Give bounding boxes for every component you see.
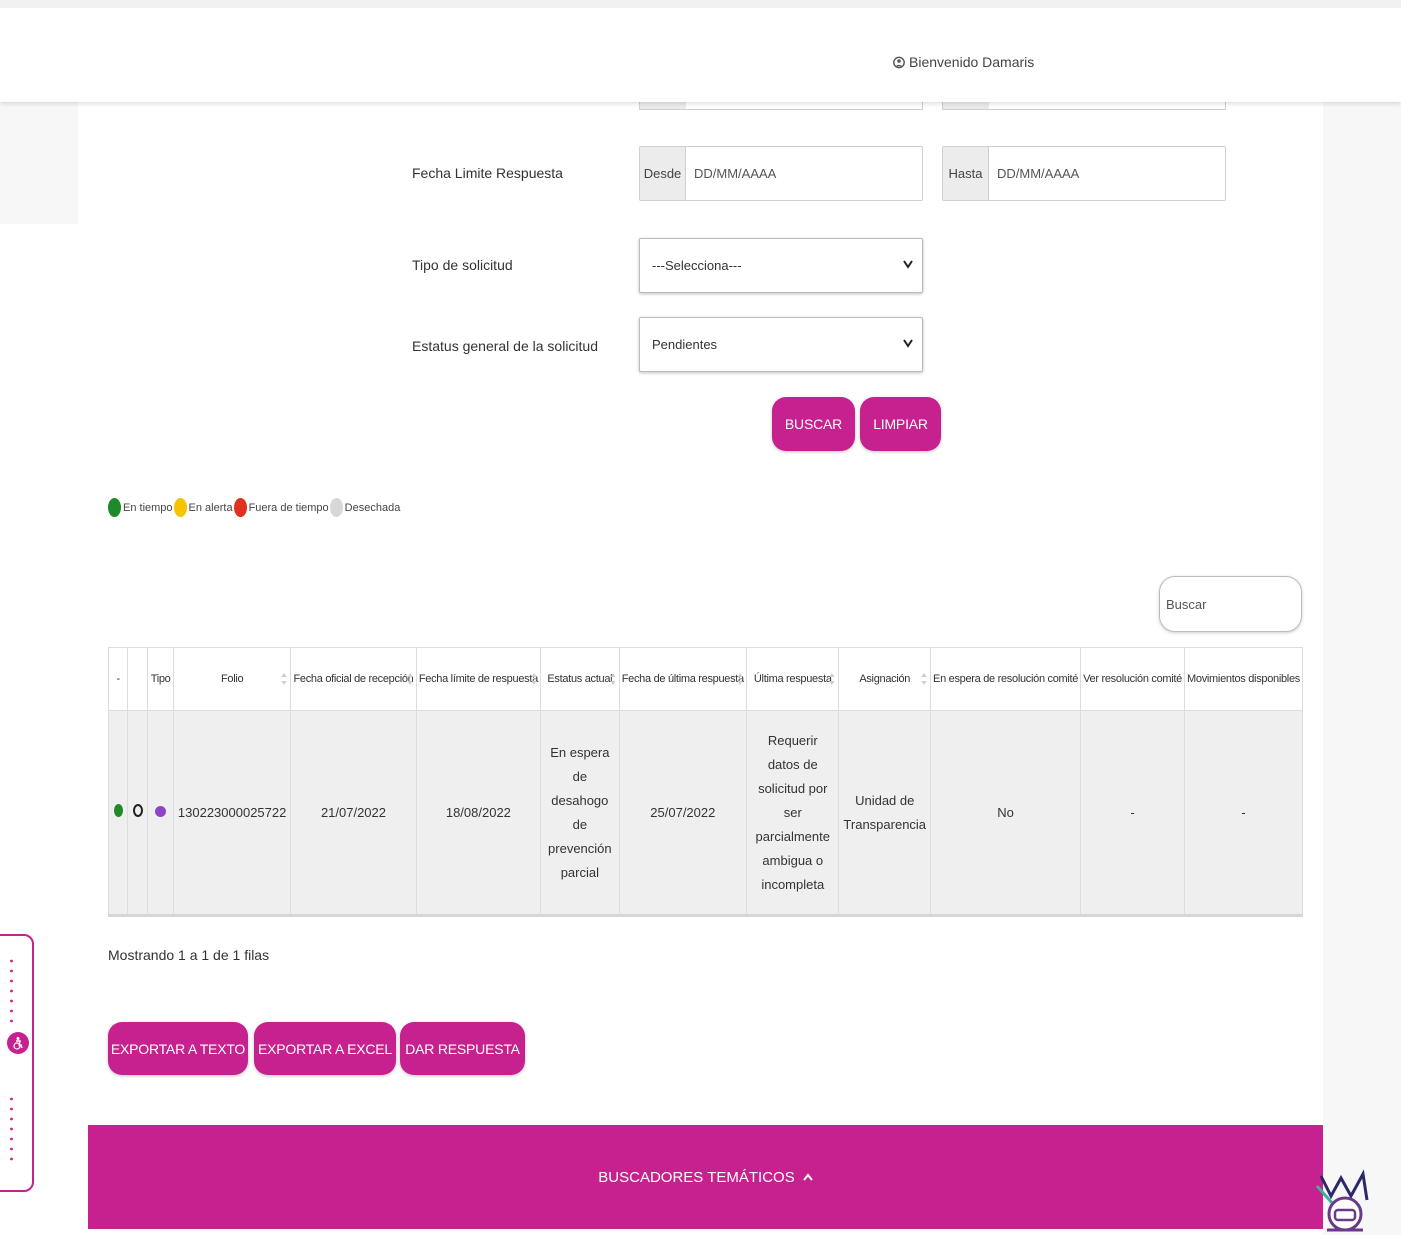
yellow-dot-icon	[173, 498, 187, 517]
col-header-espera-comite[interactable]: En espera de resolución comité	[930, 647, 1082, 711]
col-header-movimientos[interactable]: Movimientos disponibles	[1184, 647, 1303, 711]
chevron-down-icon	[903, 260, 913, 269]
estatus-actual-cell: En espera de desahogo de prevención parc…	[540, 710, 620, 917]
tipo-badge-icon	[155, 805, 167, 817]
asignacion-cell: Unidad de Transparencia	[838, 710, 932, 917]
status-cell	[107, 710, 129, 917]
col-header-status[interactable]: -	[107, 647, 129, 711]
sort-icon	[531, 673, 537, 685]
table-header-row: - Tipo Folio Fecha oficial de recepción …	[107, 647, 1303, 711]
col-header-fecha-recepcion[interactable]: Fecha oficial de recepción	[290, 647, 417, 711]
buscar-button[interactable]: BUSCAR	[772, 397, 855, 451]
sort-icon	[737, 673, 743, 685]
dar-respuesta-button[interactable]: DAR RESPUESTA	[400, 1022, 525, 1075]
legend-desechada: Desechada	[329, 498, 400, 517]
fecha-ultima-cell: 25/07/2022	[618, 710, 748, 917]
legend-en-alerta: En alerta	[173, 498, 233, 517]
pagination-info: Mostrando 1 a 1 de 1 filas	[108, 947, 270, 963]
welcome-text: Bienvenido Damaris	[909, 54, 1035, 70]
chevron-up-icon	[802, 1173, 813, 1181]
estatus-general-select[interactable]: Pendientes	[639, 317, 923, 372]
col-header-fecha-ultima[interactable]: Fecha de última respuesta	[618, 647, 748, 711]
estatus-general-label: Estatus general de la solicitud	[412, 338, 598, 354]
ver-resolucion-cell: -	[1080, 710, 1185, 917]
dots-decoration-icon	[10, 959, 13, 1023]
col-header-ultima-respuesta[interactable]: Última respuesta	[746, 647, 840, 711]
status-legend: En tiempo En alerta Fuera de tiempo Dese…	[108, 498, 401, 517]
limpiar-button[interactable]: LIMPIAR	[860, 397, 941, 451]
user-icon	[893, 56, 905, 68]
folio-cell[interactable]: 130223000025722	[172, 710, 292, 917]
fecha-limite-label: Fecha Limite Respuesta	[412, 165, 563, 181]
right-margin	[1323, 102, 1401, 1235]
dots-decoration-icon	[10, 1097, 13, 1161]
buscadores-label: BUSCADORES TEMÁTICOS	[598, 1168, 795, 1186]
fecha-desde-input[interactable]	[686, 147, 922, 200]
clipped-input-stub	[639, 102, 923, 110]
estatus-general-value: Pendientes	[652, 337, 718, 352]
col-header-check	[127, 647, 149, 711]
hasta-addon: Hasta	[943, 147, 989, 200]
fecha-hasta-field: Hasta	[942, 146, 1226, 201]
exportar-excel-button[interactable]: EXPORTAR A EXCEL	[254, 1022, 396, 1075]
tipo-solicitud-label: Tipo de solicitud	[412, 257, 513, 273]
legend-fuera-de-tiempo: Fuera de tiempo	[233, 498, 329, 517]
top-bar: Bienvenido Damaris	[0, 0, 1401, 102]
legend-en-tiempo: En tiempo	[108, 498, 173, 517]
exportar-texto-button[interactable]: EXPORTAR A TEXTO	[108, 1022, 248, 1075]
buscadores-tematicos-bar[interactable]: BUSCADORES TEMÁTICOS	[88, 1125, 1323, 1229]
table-search-input[interactable]: Buscar	[1159, 576, 1302, 632]
left-margin	[0, 102, 78, 224]
movimientos-cell: -	[1184, 710, 1303, 917]
select-cell[interactable]	[127, 710, 149, 917]
table-row[interactable]: 130223000025722 21/07/2022 18/08/2022 En…	[107, 710, 1303, 917]
fecha-recepcion-cell: 21/07/2022	[290, 710, 417, 917]
tipo-solicitud-select[interactable]: ---Selecciona---	[639, 238, 923, 293]
sort-icon	[921, 673, 927, 685]
sort-icon	[610, 673, 616, 685]
solicitudes-table: - Tipo Folio Fecha oficial de recepción …	[107, 647, 1303, 917]
chevron-down-icon	[903, 339, 913, 348]
col-header-fecha-limite[interactable]: Fecha límite de respuesta	[415, 647, 542, 711]
col-header-asignacion[interactable]: Asignación	[838, 647, 932, 711]
ultima-respuesta-cell: Requerir datos de solicitud por ser parc…	[746, 710, 840, 917]
col-header-estatus-actual[interactable]: Estatus actual	[540, 647, 620, 711]
red-dot-icon	[233, 498, 247, 517]
welcome-user[interactable]: Bienvenido Damaris	[893, 54, 1034, 70]
accessibility-icon[interactable]	[7, 1032, 29, 1054]
fecha-desde-field: Desde	[639, 146, 923, 201]
col-header-folio[interactable]: Folio	[172, 647, 292, 711]
green-dot-icon	[108, 498, 121, 517]
sort-icon	[407, 673, 413, 685]
fecha-hasta-input[interactable]	[989, 147, 1225, 200]
col-header-ver-resolucion[interactable]: Ver resolución comité	[1080, 647, 1185, 711]
mascot-character-icon	[1315, 1169, 1369, 1232]
gray-dot-icon	[329, 498, 343, 517]
sort-icon	[281, 673, 287, 685]
desde-addon: Desde	[640, 147, 686, 200]
espera-comite-cell: No	[930, 710, 1082, 917]
col-header-tipo[interactable]: Tipo	[147, 647, 174, 711]
fecha-limite-cell: 18/08/2022	[415, 710, 542, 917]
search-placeholder: Buscar	[1166, 596, 1207, 612]
accessibility-tab[interactable]	[0, 934, 34, 1192]
tipo-solicitud-value: ---Selecciona---	[652, 258, 742, 273]
tipo-cell	[147, 710, 174, 917]
radio-circle-icon[interactable]	[132, 803, 143, 817]
green-status-icon	[113, 803, 123, 817]
sort-icon	[829, 673, 835, 685]
clipped-input-stub	[942, 102, 1226, 110]
